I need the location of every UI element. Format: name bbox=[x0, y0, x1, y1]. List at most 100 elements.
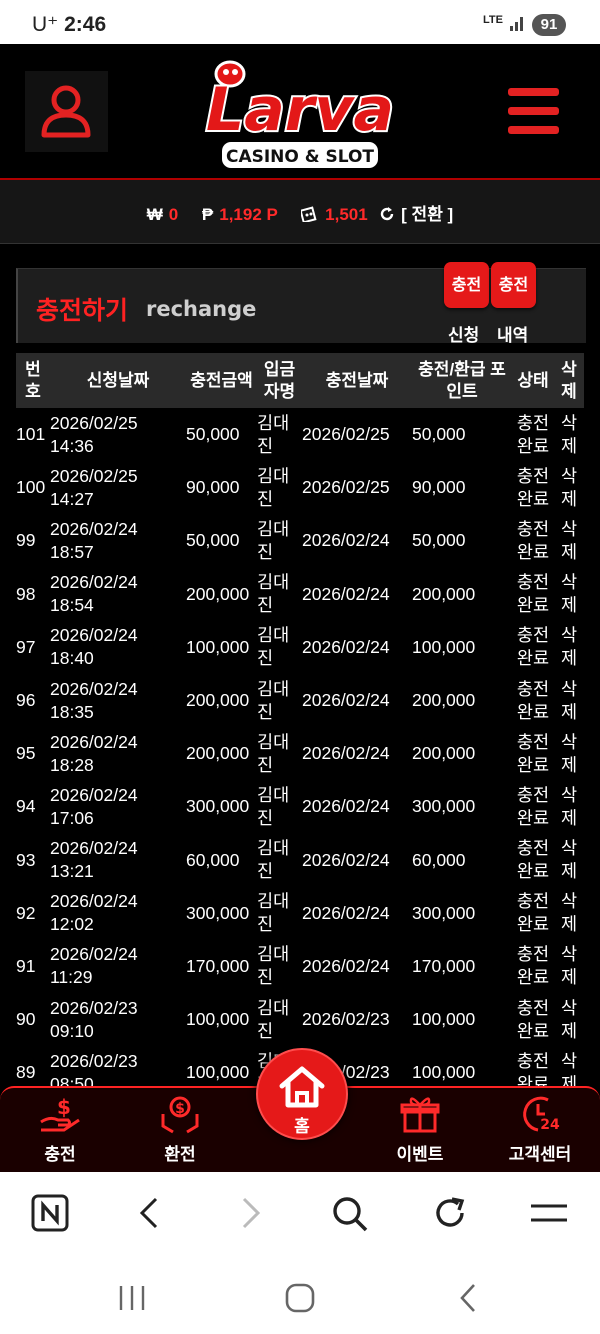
battery-indicator: 91 bbox=[532, 14, 566, 36]
delete-button[interactable]: 삭제 bbox=[554, 780, 584, 833]
chip-balance: 1,501 bbox=[325, 205, 368, 224]
system-nav-bar bbox=[0, 1254, 600, 1334]
cell-no: 97 bbox=[16, 636, 36, 657]
table-row: 94 2026/02/24 17:06 300,000 김대 진 2026/02/24 300… bbox=[16, 780, 584, 833]
cell-amount: 200,000 bbox=[186, 743, 250, 764]
cell-amount: 100,000 bbox=[186, 1009, 250, 1030]
cell-charge-date: 2026/02/25 bbox=[302, 477, 390, 498]
charge-apply-button[interactable]: 충전 bbox=[444, 262, 489, 308]
history-label: 내역 bbox=[497, 326, 529, 346]
menu-icon[interactable] bbox=[530, 1200, 568, 1226]
table-row: 91 2026/02/24 11:29 170,000 김대 진 2026/02/24 170… bbox=[16, 940, 584, 993]
svg-text:CASINO & SLOT: CASINO & SLOT bbox=[226, 147, 374, 167]
home-icon[interactable] bbox=[284, 1282, 316, 1314]
user-button[interactable] bbox=[25, 71, 108, 152]
col-date: 신청날짜 bbox=[50, 353, 186, 408]
cell-no: 98 bbox=[16, 583, 36, 604]
cell-depositor: 김대진 bbox=[257, 944, 290, 988]
charge-history-table: 번호 신청날짜 충전금액 입금자명 충전날짜 충전/환급 포인트 상태 삭제 1… bbox=[16, 353, 584, 1099]
cell-charge-date: 2026/02/24 bbox=[302, 849, 390, 870]
forward-icon[interactable] bbox=[238, 1196, 264, 1230]
table-row: 97 2026/02/24 18:40 100,000 김대 진 2026/02/24 100… bbox=[16, 621, 584, 674]
recents-icon[interactable] bbox=[118, 1284, 146, 1312]
status-bar: U⁺ 2:46 LTE 91 bbox=[0, 0, 600, 44]
cell-date: 2026/02/24 18:28 bbox=[50, 731, 138, 775]
cell-date: 2026/02/24 17:06 bbox=[50, 784, 138, 828]
cell-no: 92 bbox=[16, 902, 36, 923]
nav-charge[interactable]: $ 충전 bbox=[15, 1094, 105, 1165]
naver-icon[interactable] bbox=[31, 1194, 69, 1232]
cell-date: 2026/02/24 11:29 bbox=[50, 944, 138, 988]
charge-history-button[interactable]: 충전 bbox=[491, 262, 536, 308]
cell-bonus: 100,000 bbox=[412, 636, 476, 657]
delete-button[interactable]: 삭제 bbox=[554, 408, 584, 461]
cell-status: 충전 완료 bbox=[516, 838, 550, 882]
cell-bonus: 200,000 bbox=[412, 690, 476, 711]
delete-button[interactable]: 삭제 bbox=[554, 993, 584, 1046]
cell-charge-date: 2026/02/25 bbox=[302, 424, 390, 445]
cell-date: 2026/02/25 14:27 bbox=[50, 465, 138, 509]
cell-charge-date: 2026/02/24 bbox=[302, 796, 390, 817]
refresh-icon[interactable] bbox=[378, 205, 396, 223]
nav-exchange[interactable]: $ 환전 bbox=[135, 1094, 225, 1165]
delete-button[interactable]: 삭제 bbox=[554, 834, 584, 887]
cell-status: 충전 완료 bbox=[516, 997, 550, 1041]
delete-button[interactable]: 삭제 bbox=[554, 887, 584, 940]
nav-home-button[interactable]: 홈 bbox=[256, 1048, 348, 1140]
cell-charge-date: 2026/02/24 bbox=[302, 636, 390, 657]
cell-bonus: 200,000 bbox=[412, 583, 476, 604]
back-icon[interactable] bbox=[136, 1196, 162, 1230]
reload-icon[interactable] bbox=[432, 1195, 468, 1231]
cell-date: 2026/02/24 13:21 bbox=[50, 838, 138, 882]
cell-charge-date: 2026/02/24 bbox=[302, 743, 390, 764]
larva-logo: Larva CASINO & SLOT bbox=[204, 60, 396, 168]
exchange-link[interactable]: [ 전환 ] bbox=[401, 205, 453, 224]
delete-button[interactable]: 삭제 bbox=[554, 940, 584, 993]
cell-charge-date: 2026/02/24 bbox=[302, 530, 390, 551]
delete-button[interactable]: 삭제 bbox=[554, 727, 584, 780]
cell-date: 2026/02/24 18:54 bbox=[50, 572, 138, 616]
cell-no: 94 bbox=[16, 796, 36, 817]
hamburger-menu-button[interactable] bbox=[508, 88, 559, 134]
cell-status: 충전 완료 bbox=[516, 465, 550, 509]
cell-no: 93 bbox=[16, 849, 36, 870]
cell-status: 충전 완료 bbox=[516, 891, 550, 935]
cell-charge-date: 2026/02/24 bbox=[302, 955, 390, 976]
cell-amount: 300,000 bbox=[186, 902, 250, 923]
cell-date: 2026/02/24 18:35 bbox=[50, 678, 138, 722]
cell-amount: 90,000 bbox=[186, 477, 240, 498]
cell-depositor: 김대진 bbox=[257, 572, 290, 616]
point-balance: 1,192 P bbox=[219, 205, 278, 224]
cell-no: 90 bbox=[16, 1009, 36, 1030]
cell-bonus: 200,000 bbox=[412, 743, 476, 764]
table-row: 101 2026/02/25 14:36 50,000 김대 진 2026/02/25 50,… bbox=[16, 408, 584, 461]
delete-button[interactable]: 삭제 bbox=[554, 568, 584, 621]
cell-date: 2026/02/24 18:40 bbox=[50, 625, 138, 669]
cell-depositor: 김대진 bbox=[257, 891, 290, 935]
search-icon[interactable] bbox=[331, 1195, 369, 1233]
cell-bonus: 300,000 bbox=[412, 796, 476, 817]
cell-charge-date: 2026/02/24 bbox=[302, 690, 390, 711]
cell-status: 충전 완료 bbox=[516, 518, 550, 562]
table-row: 93 2026/02/24 13:21 60,000 김대 진 2026/02/24 60,0… bbox=[16, 834, 584, 887]
cell-status: 충전 완료 bbox=[516, 625, 550, 669]
panel-title: 충전하기 bbox=[36, 296, 129, 325]
delete-button[interactable]: 삭제 bbox=[554, 621, 584, 674]
charge-icon: $ bbox=[40, 1095, 80, 1132]
col-no: 번호 bbox=[16, 353, 50, 408]
cell-bonus: 300,000 bbox=[412, 902, 476, 923]
point-icon: ₱ bbox=[201, 205, 214, 224]
delete-button[interactable]: 삭제 bbox=[554, 674, 584, 727]
cell-depositor: 김대진 bbox=[257, 731, 290, 775]
delete-button[interactable]: 삭제 bbox=[554, 461, 584, 514]
nav-support[interactable]: 24 고객센터 bbox=[495, 1094, 585, 1165]
cell-bonus: 170,000 bbox=[412, 955, 476, 976]
cell-bonus: 90,000 bbox=[412, 477, 466, 498]
table-header-row: 번호 신청날짜 충전금액 입금자명 충전날짜 충전/환급 포인트 상태 삭제 bbox=[16, 353, 584, 408]
cell-charge-date: 2026/02/23 bbox=[302, 1009, 390, 1030]
nav-event[interactable]: 이벤트 bbox=[375, 1094, 465, 1165]
panel-subtitle: rechange bbox=[146, 297, 257, 321]
delete-button[interactable]: 삭제 bbox=[554, 514, 584, 567]
cell-charge-date: 2026/02/24 bbox=[302, 902, 390, 923]
back-icon[interactable] bbox=[456, 1282, 480, 1314]
